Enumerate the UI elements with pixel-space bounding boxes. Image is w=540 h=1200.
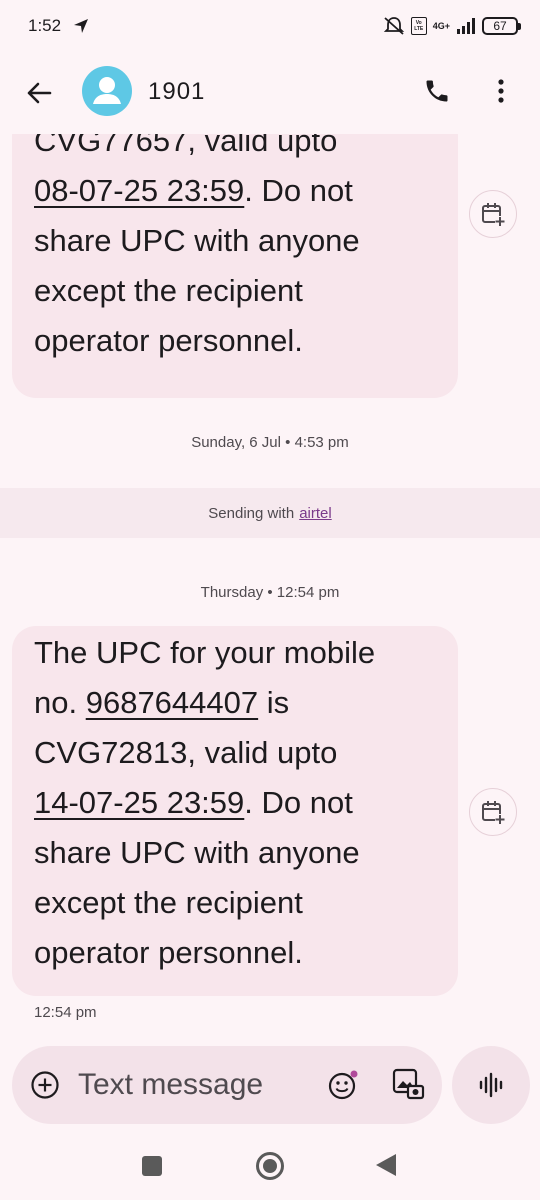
message-line: 14-07-25 23:59. Do not [34,778,436,828]
contact-name[interactable]: 1901 [148,78,205,106]
message-list[interactable]: CVG77657, valid upto 08-07-25 23:59. Do … [0,134,540,1044]
navigation-arrow-icon [74,19,89,33]
sending-with-bar: Sending with airtel [0,488,540,538]
carrier-link[interactable]: airtel [299,505,332,522]
calendar-add-icon [482,801,505,824]
network-type: 4G+ [432,20,450,31]
person-icon [93,77,121,104]
messages-screen: 1:52 Vo LTE 4G+ 67 1901 CVG77657, valid … [0,0,540,1200]
message-line: operator personnel. [34,323,303,358]
date-link[interactable]: 14-07-25 23:59 [34,785,244,820]
contact-avatar[interactable] [82,66,132,116]
status-icons: Vo LTE 4G+ 67 [383,16,521,36]
date-link[interactable]: 08-07-25 23:59 [34,173,244,208]
system-navigation-bar [0,1136,540,1200]
message-text: . Do not [244,785,353,820]
voice-waveform-icon [479,1072,503,1098]
add-circle-icon [31,1071,59,1099]
emoji-button[interactable] [326,1068,360,1102]
add-to-calendar-button[interactable] [469,788,517,836]
arrow-left-icon [27,82,52,104]
mute-icon [383,17,404,35]
home-button[interactable] [256,1152,284,1180]
gallery-button[interactable] [390,1066,426,1102]
message-line: CVG77657, valid upto [34,134,338,158]
status-bar: 1:52 Vo LTE 4G+ 67 [0,0,540,52]
phone-number-link[interactable]: 9687644407 [86,685,258,720]
voice-message-button[interactable] [452,1046,530,1124]
message-line: operator personnel. [34,935,303,970]
sending-label: Sending with [208,504,295,522]
more-options-button[interactable] [486,74,516,108]
system-back-button[interactable] [376,1154,396,1176]
message-line: share UPC with anyone [34,835,360,870]
message-text: . Do not [244,173,353,208]
back-button[interactable] [22,76,56,110]
calendar-add-icon [482,203,505,226]
compose-bar [12,1046,442,1124]
lte-label: LTE [414,26,424,32]
recents-button[interactable] [142,1156,162,1176]
battery-level: 67 [493,19,507,33]
message-line: The UPC for your mobile [34,635,376,670]
add-to-calendar-button[interactable] [469,190,517,238]
date-separator: Thursday • 12:54 pm [200,584,340,601]
message-line: except the recipient [34,885,303,920]
date-separator: Sunday, 6 Jul • 4:53 pm [191,434,349,451]
message-input[interactable] [78,1064,308,1106]
message-line: share UPC with anyone [34,223,360,258]
message-line: no. 9687644407 is [34,678,436,728]
message-text: no. [34,685,86,720]
gallery-icon [392,1068,425,1100]
message-bubble[interactable]: The UPC for your mobile no. 9687644407 i… [12,626,458,996]
battery-icon: 67 [482,17,521,35]
status-time: 1:52 [28,16,62,35]
attach-button[interactable] [30,1070,60,1100]
message-text: is [258,685,290,720]
message-bubble[interactable]: CVG77657, valid upto 08-07-25 23:59. Do … [12,134,458,398]
emoji-icon [328,1070,358,1100]
call-button[interactable] [420,74,454,108]
home-icon [263,1159,277,1173]
message-timestamp: 12:54 pm [34,1004,97,1021]
phone-icon [426,80,448,102]
signal-icon [457,18,475,34]
more-vert-icon [498,79,504,103]
message-line: except the recipient [34,273,303,308]
message-line: 08-07-25 23:59. Do not [34,166,436,216]
message-line: CVG72813, valid upto [34,735,338,770]
conversation-header: 1901 [0,52,540,134]
volte-icon: Vo LTE [410,17,427,35]
